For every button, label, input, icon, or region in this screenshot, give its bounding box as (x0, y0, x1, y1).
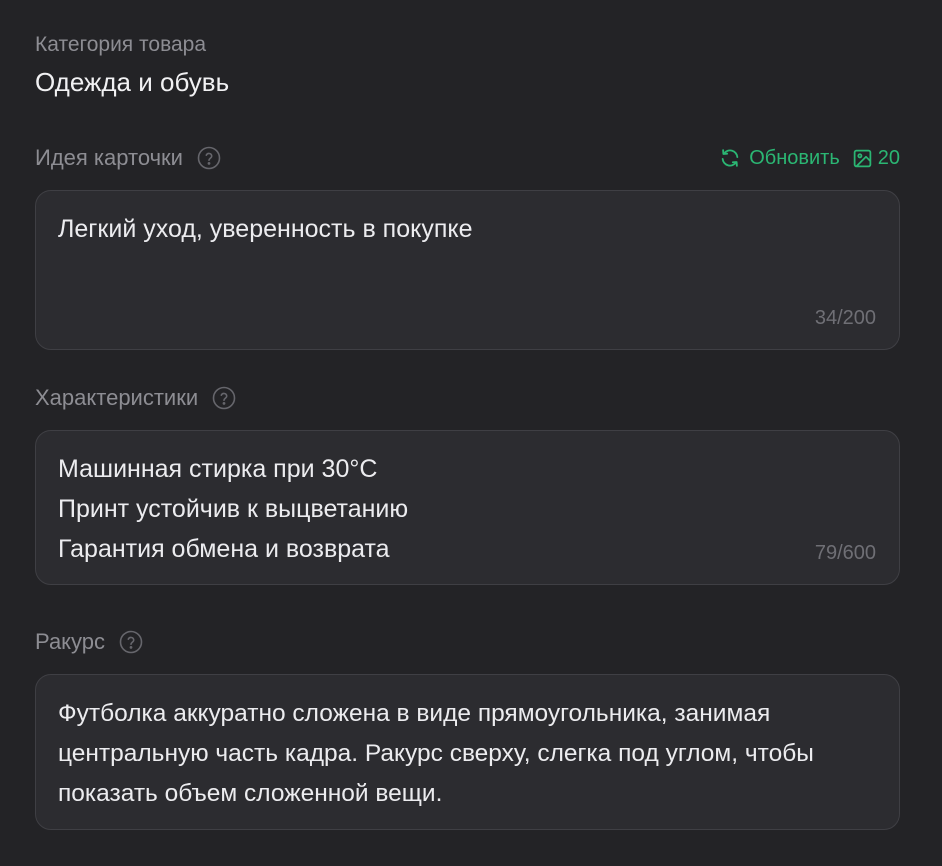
category-value: Одежда и обувь (35, 67, 230, 97)
refresh-button[interactable]: Обновить (719, 147, 840, 170)
idea-textarea[interactable]: Легкий уход, уверенность в покупке 34/20… (35, 190, 900, 350)
idea-header: Идея карточки Обновить 20 (35, 143, 900, 173)
features-header: Характеристики (35, 383, 900, 413)
image-icon (853, 149, 871, 167)
angle-label: Ракурс (35, 629, 106, 654)
features-label: Характеристики (35, 385, 199, 410)
images-count: 20 (877, 146, 900, 169)
images-counter: 20 (852, 147, 900, 170)
angle-text: Футболка аккуратно сложена в виде прямоу… (58, 700, 814, 807)
idea-text: Легкий уход, уверенность в покупке (58, 215, 473, 243)
category-label: Категория товара (35, 33, 207, 56)
idea-label: Идея карточки (35, 145, 183, 170)
refresh-icon (721, 149, 739, 167)
angle-help-icon[interactable] (119, 630, 143, 654)
idea-char-counter: 34/200 (814, 307, 876, 329)
features-char-counter: 79/600 (814, 542, 876, 564)
idea-help-icon[interactable] (197, 146, 221, 170)
angle-header: Ракурс (35, 627, 900, 657)
angle-textarea[interactable]: Футболка аккуратно сложена в виде прямоу… (35, 674, 900, 830)
features-textarea[interactable]: Машинная стирка при 30°C Принт устойчив … (35, 430, 900, 585)
features-help-icon[interactable] (212, 386, 236, 410)
refresh-label: Обновить (749, 146, 840, 169)
idea-actions: Обновить 20 (719, 147, 900, 170)
features-text: Машинная стирка при 30°C Принт устойчив … (58, 455, 409, 563)
